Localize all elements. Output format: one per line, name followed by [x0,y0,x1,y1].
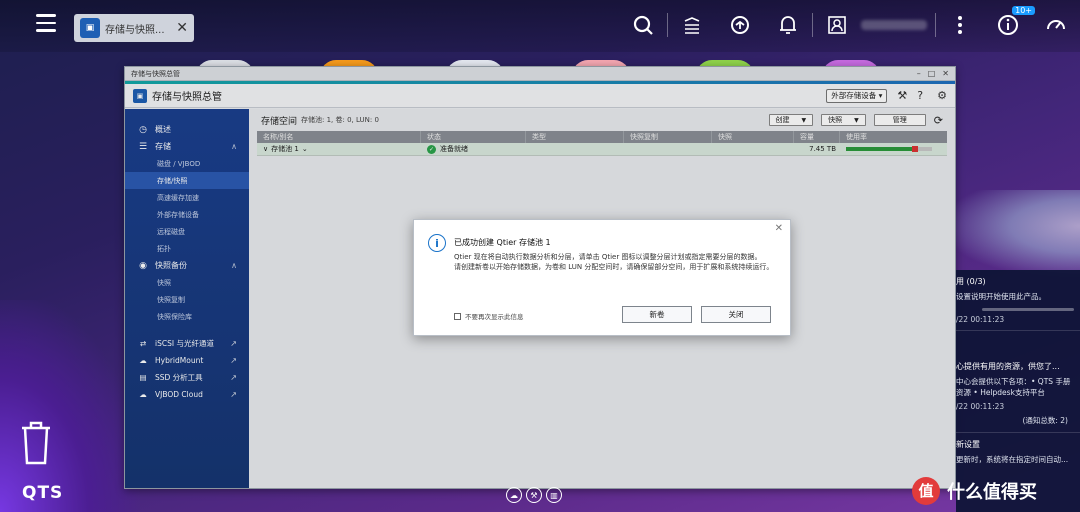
notification-card[interactable]: 用 (0/3) 设置说明开始使用此产品。 /22 00:11:23 [956,270,1080,331]
dashboard-icon[interactable] [1041,10,1071,40]
notification-card[interactable]: 新设置 更新时，系统将在指定时间自动... [956,433,1080,471]
new-volume-button[interactable]: 新卷 [622,306,692,323]
tools-icon[interactable]: ⚒ [526,487,542,503]
user-name-blurred[interactable] [861,20,927,30]
notification-time: /22 00:11:23 [956,315,1005,324]
storage-app-icon: ▣ [80,18,100,38]
close-icon[interactable]: ✕ [176,20,188,36]
divider [667,13,668,37]
app-tab-storage[interactable]: ▣ 存储与快照... ✕ [74,14,194,42]
desktop-glow [940,190,1080,280]
notification-time: /22 00:11:23 [956,402,1005,411]
info-icon[interactable]: 10+ [993,6,1035,40]
notification-text: 设置说明开始使用此产品。 [956,292,1046,301]
cloud-icon[interactable]: ☁ [506,487,522,503]
user-icon[interactable] [822,10,852,40]
dialog-paragraph: Qtier 现在将自动执行数据分析和分层，请单击 Qtier 图标以调整分层计划… [454,253,762,261]
top-bar: ▣ 存储与快照... ✕ 10+ [0,0,1080,52]
dont-show-again-checkbox[interactable]: 不要再次显示此信息 [454,311,524,321]
options-icon[interactable] [945,10,975,40]
dialog-message: Qtier 现在将自动执行数据分析和分层，请单击 Qtier 图标以调整分层计划… [454,252,784,272]
columns-icon[interactable]: ▥ [546,487,562,503]
checkbox-box[interactable] [454,312,461,320]
info-icon: i [428,234,446,252]
watermark: 值 什么值得买 [907,469,1080,512]
notification-text: 更新时，系统将在指定时间自动... [956,455,1069,464]
notification-title: 新设置 [956,440,980,449]
bottom-dock: ☁ ⚒ ▥ [506,487,566,503]
checkbox-label: 不要再次显示此信息 [465,313,524,321]
app-tab-label: 存储与快照... [105,24,165,36]
success-dialog: ✕ i 已成功创建 Qtier 存储池 1 Qtier 现在将自动执行数据分析和… [413,219,791,336]
divider [812,13,813,37]
bell-icon[interactable] [773,10,803,40]
dialog-paragraph: 请创建新卷以开始存储数据，为卷和 LUN 分配空间时，请确保留部分空间，用于扩展… [454,263,774,271]
notification-title: 心提供有用的资源，供您了... [956,362,1060,371]
watermark-logo: 值 [912,476,940,505]
desktop-wave [0,300,140,512]
recycle-bin-icon[interactable] [18,420,54,466]
notification-text: 中心会提供以下各项：• QTS 手册资源 • Helpdesk支持平台 [956,377,1071,397]
main-menu-icon[interactable] [36,14,56,32]
notification-count: (通知总数: 2) [1022,416,1068,425]
notification-card[interactable]: 心提供有用的资源，供您了... 中心会提供以下各项：• QTS 手册资源 • H… [956,355,1080,433]
close-button[interactable]: 关闭 [701,306,771,323]
watermark-text: 什么值得买 [947,481,1037,503]
divider [935,13,936,37]
notification-badge: 10+ [1012,6,1035,15]
background-task-icon[interactable] [677,10,707,40]
dialog-close-icon[interactable]: ✕ [775,223,783,234]
search-icon[interactable] [628,10,658,40]
dialog-title: 已成功创建 Qtier 存储池 1 [454,238,551,247]
sync-icon[interactable] [725,10,755,40]
top-icons: 10+ [619,6,1080,42]
progress-bar [982,308,1074,311]
qts-logo: QTS [22,483,64,503]
notification-title: 用 (0/3) [956,277,986,286]
